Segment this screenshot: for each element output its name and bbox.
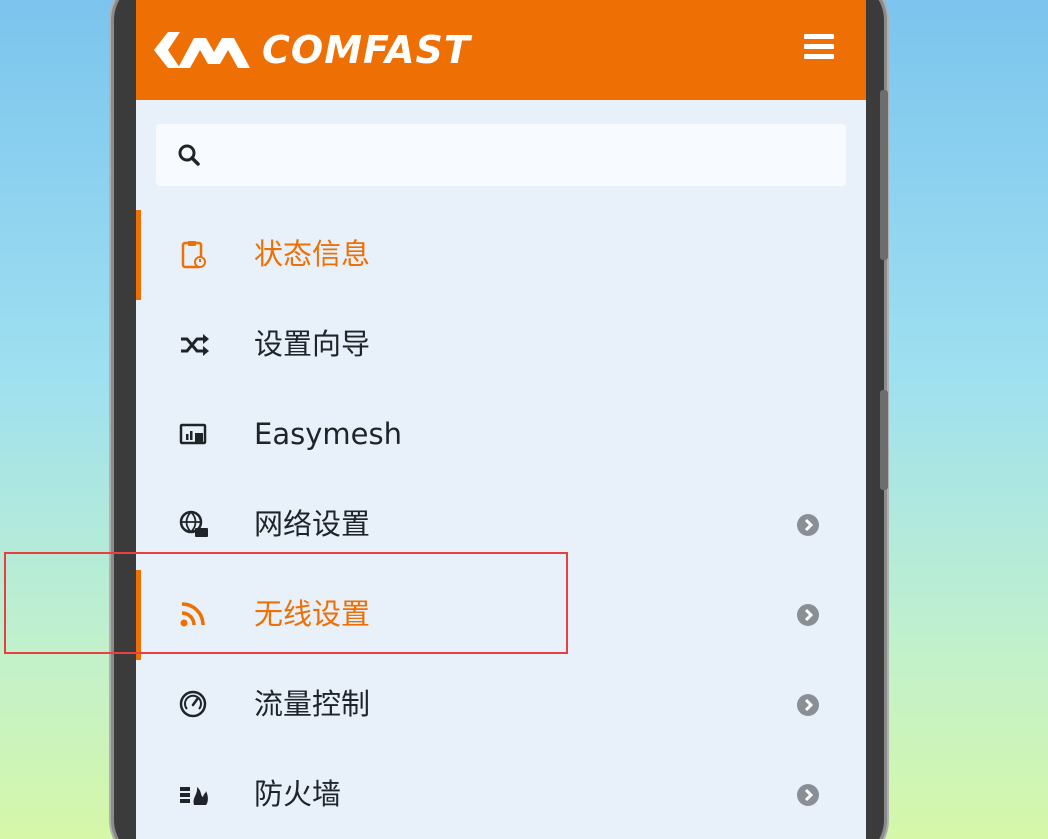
app-header: COMFAST [136, 0, 866, 100]
nav-item-traffic-control[interactable]: 流量控制 [136, 660, 866, 750]
comfast-logo-mark [154, 32, 250, 68]
gauge-icon [179, 690, 207, 718]
globe-network-icon [179, 510, 208, 537]
nav-item-network-settings[interactable]: 网络设置 [136, 480, 866, 570]
chevron-right-circle-icon [797, 694, 819, 716]
phone-side-button [880, 90, 888, 260]
nav-item-firewall[interactable]: 防火墙 [136, 750, 866, 839]
nav-label-status: 状态信息 [254, 237, 371, 271]
nav-label-setup-wizard: 设置向导 [254, 327, 371, 361]
wifi-rss-icon [180, 602, 205, 627]
mesh-monitor-icon [179, 423, 207, 445]
phone-side-button [880, 390, 888, 490]
search-input[interactable] [216, 134, 830, 178]
search-icon[interactable] [176, 142, 202, 168]
brand-name: COMFAST [262, 28, 471, 72]
chevron-right-circle-icon [797, 784, 819, 806]
nav-label-easymesh: Easymesh [254, 417, 402, 451]
clipboard-status-icon [181, 241, 206, 269]
app-screen: COMFAST 状态信息 设置向导 Easymesh 网络设置 无线设置 流量控… [136, 0, 866, 839]
nav-label-network-settings: 网络设置 [254, 507, 371, 541]
nav-item-status[interactable]: 状态信息 [136, 210, 866, 300]
hamburger-menu-icon[interactable] [804, 34, 834, 60]
nav-label-wireless-settings: 无线设置 [254, 597, 371, 631]
chevron-right-circle-icon [797, 514, 819, 536]
search-bar [156, 124, 846, 186]
nav-label-firewall: 防火墙 [254, 777, 342, 811]
comfast-logo: COMFAST [154, 28, 471, 72]
nav-item-setup-wizard[interactable]: 设置向导 [136, 300, 866, 390]
chevron-right-circle-icon [797, 604, 819, 626]
nav-item-easymesh[interactable]: Easymesh [136, 390, 866, 480]
shuffle-icon [181, 334, 209, 356]
nav-label-traffic-control: 流量控制 [254, 687, 371, 721]
nav-item-wireless-settings[interactable]: 无线设置 [136, 570, 866, 660]
firewall-icon [180, 787, 208, 805]
